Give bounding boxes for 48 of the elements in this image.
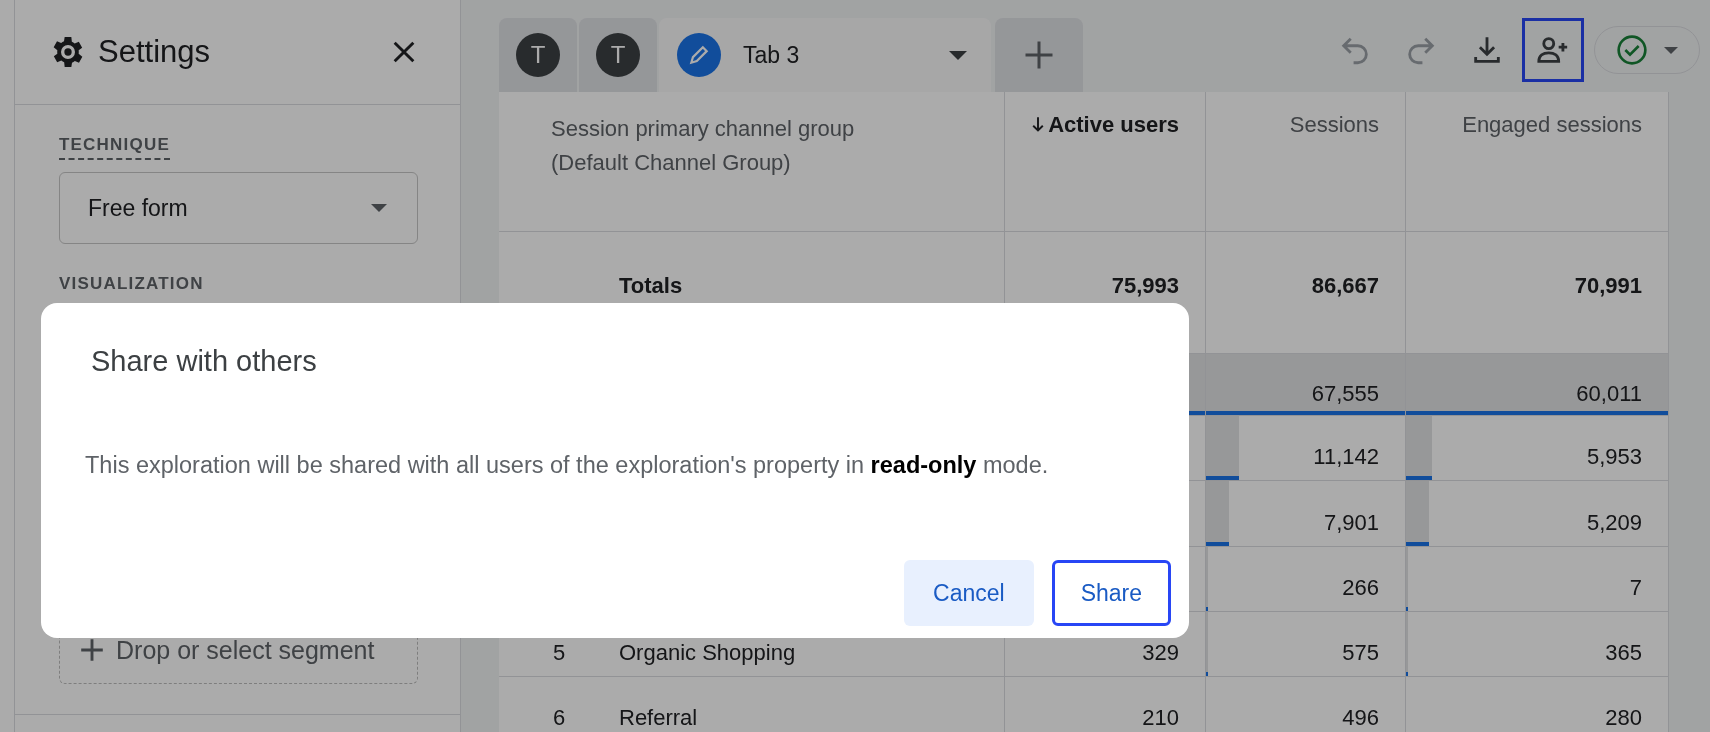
pencil-icon bbox=[677, 33, 721, 77]
total-value: 70,991 bbox=[1574, 272, 1642, 299]
table-cell: Organic Shopping bbox=[619, 640, 796, 666]
segment-label: Drop or select segment bbox=[116, 635, 375, 665]
table-cell: 60,011 bbox=[1576, 380, 1642, 407]
table-cell: 266 bbox=[1342, 575, 1379, 601]
table-cell: 365 bbox=[1605, 640, 1642, 666]
add-tab-button[interactable] bbox=[995, 18, 1083, 92]
technique-dropdown[interactable]: Free form bbox=[59, 172, 418, 244]
column-header[interactable]: Sessions bbox=[1289, 112, 1379, 142]
sort-arrow-icon bbox=[1032, 116, 1045, 133]
column-header[interactable]: Engaged sessions bbox=[1462, 112, 1642, 142]
caret-icon bbox=[1664, 46, 1678, 54]
table-cell: 575 bbox=[1342, 640, 1379, 666]
row-number: 6 bbox=[553, 705, 566, 731]
total-value: 75,993 bbox=[1111, 272, 1179, 299]
table-cell: 67,555 bbox=[1311, 380, 1379, 407]
table-cell: 7 bbox=[1629, 575, 1642, 601]
plus-icon bbox=[80, 638, 104, 662]
totals-label: Totals bbox=[619, 272, 683, 299]
table-cell: 11,142 bbox=[1313, 444, 1379, 470]
caret-icon bbox=[949, 50, 967, 60]
table-cell: 210 bbox=[1142, 705, 1179, 731]
caret-icon bbox=[371, 204, 387, 212]
tab[interactable]: T bbox=[579, 18, 657, 92]
table-cell: 5,953 bbox=[1586, 444, 1642, 470]
tab[interactable]: T bbox=[499, 18, 577, 92]
row-number: 5 bbox=[553, 640, 566, 666]
total-value: 86,667 bbox=[1311, 272, 1379, 299]
table-cell: 496 bbox=[1342, 705, 1379, 731]
table-cell: Referral bbox=[619, 705, 698, 731]
check-circle-icon bbox=[1616, 34, 1648, 66]
dialog-message: This exploration will be shared with all users of the exploration's property in read-only mode. bbox=[85, 452, 1049, 479]
share-button[interactable] bbox=[1522, 18, 1584, 82]
column-header[interactable]: Active users bbox=[1032, 112, 1179, 142]
table-cell: 329 bbox=[1142, 640, 1179, 666]
table-cell: 7,901 bbox=[1323, 509, 1379, 536]
column-header: Session primary channel group (Default Channel Group) bbox=[551, 115, 856, 177]
share-button[interactable]: Share bbox=[1051, 560, 1171, 626]
cancel-button[interactable]: Cancel bbox=[904, 560, 1034, 626]
plus-icon bbox=[1024, 40, 1054, 70]
dialog-title: Share with others bbox=[91, 345, 317, 378]
tab[interactable]: Tab 3 bbox=[659, 18, 991, 92]
table-cell: 280 bbox=[1605, 705, 1642, 731]
section-label: VISUALIZATION bbox=[59, 274, 204, 295]
table-cell: 5,209 bbox=[1586, 509, 1642, 536]
section-label: TECHNIQUE bbox=[59, 135, 170, 160]
panel-title: Settings bbox=[98, 34, 211, 70]
